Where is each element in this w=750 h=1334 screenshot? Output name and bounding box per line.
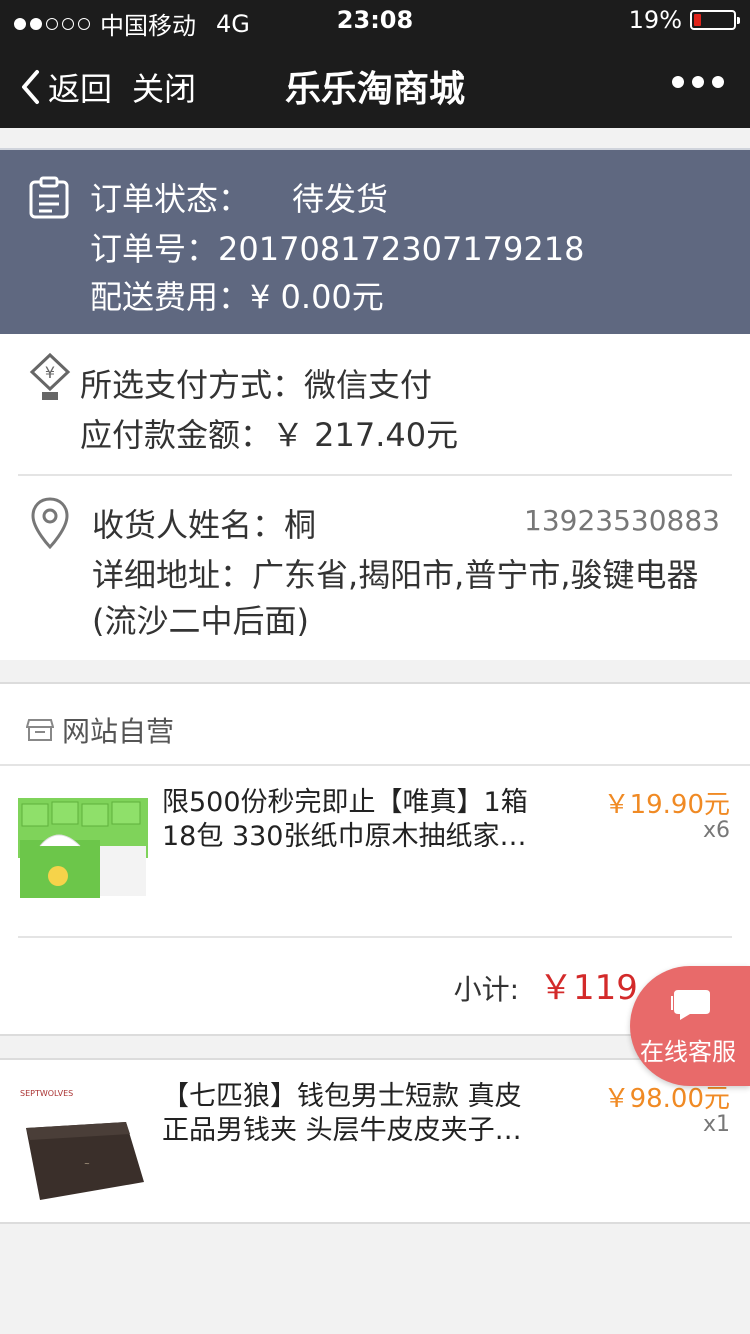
product-name-line: 【七匹狼】钱包男士短款 真皮 [162, 1081, 522, 1112]
product-name-line: 限500份秒完即止【唯真】1箱 [162, 787, 528, 818]
shop-name: 网站自营 [62, 715, 175, 748]
store-icon [26, 719, 54, 741]
battery-percent: 19% [628, 6, 682, 34]
product-item[interactable]: 限500份秒完即止【唯真】1箱 18包 330张纸巾原木抽纸家… ￥19.90元… [0, 766, 750, 936]
payment-amount: 应付款金额：￥ 217.40元 [80, 416, 459, 454]
payment-icon: ¥ [28, 352, 72, 408]
shop-section-2: SEPTWOLVES ~ 【七匹狼】钱包男士短款 真皮 正品男钱夹 头层牛皮皮夹… [0, 1058, 750, 1224]
online-service-button[interactable]: 在线客服 [630, 966, 750, 1086]
order-number: 订单号：201708172307179218 [90, 230, 585, 268]
product-image-wallet[interactable]: SEPTWOLVES ~ [18, 1082, 148, 1202]
clipboard-icon [28, 176, 70, 224]
status-right: 19% [628, 6, 740, 34]
recipient-phone: 13923530883 [524, 504, 720, 537]
svg-text:~: ~ [84, 1160, 90, 1168]
page-title: 乐乐淘商城 [284, 69, 465, 110]
product-price: ￥19.90元 [603, 790, 730, 820]
product-name-line: 18包 330张纸巾原木抽纸家… [162, 821, 527, 852]
status-bar: 中国移动 4G 23:08 19% [0, 0, 750, 40]
address-detail-2: (流沙二中后面) [92, 602, 309, 640]
shipping-fee: 配送费用：¥ 0.00元 [90, 278, 384, 316]
product-name: 限500份秒完即止【唯真】1箱 18包 330张纸巾原木抽纸家… [162, 786, 562, 854]
product-name: 【七匹狼】钱包男士短款 真皮 正品男钱夹 头层牛皮皮夹子… [162, 1080, 562, 1148]
divider [18, 474, 732, 476]
payment-method: 所选支付方式：微信支付 [80, 366, 433, 404]
chat-bubble-icon [671, 990, 710, 1020]
more-dot-icon [712, 76, 724, 88]
shop-header: 网站自营 [26, 710, 174, 750]
more-dot-icon [672, 76, 684, 88]
product-image-tissue[interactable] [18, 788, 148, 908]
product-name-line: 正品男钱夹 头层牛皮皮夹子… [162, 1115, 522, 1146]
shop-section: 网站自营 限500份秒完即止【唯真】1箱 18包 330张纸巾原木抽纸家… ￥1… [0, 682, 750, 1036]
product-quantity: x1 [702, 1112, 730, 1137]
svg-text:SEPTWOLVES: SEPTWOLVES [20, 1089, 73, 1098]
location-pin-icon [30, 496, 70, 554]
online-service-label: 在线客服 [640, 1038, 736, 1066]
product-item[interactable]: SEPTWOLVES ~ 【七匹狼】钱包男士短款 真皮 正品男钱夹 头层牛皮皮夹… [0, 1060, 750, 1230]
payment-address-card: ¥ 所选支付方式：微信支付 应付款金额：￥ 217.40元 收货人姓名：桐 13… [0, 334, 750, 660]
more-button[interactable] [672, 76, 724, 88]
order-status-label: 订单状态： [90, 180, 251, 218]
product-quantity: x6 [702, 818, 730, 843]
subtotal-label: 小计: [453, 973, 520, 1006]
more-dot-icon [692, 76, 704, 88]
address-detail: 详细地址：广东省,揭阳市,普宁市,骏键电器 [92, 556, 699, 594]
order-status-value: 待发货 [292, 180, 389, 218]
battery-icon [690, 10, 740, 30]
recipient-name: 收货人姓名：桐 [92, 506, 317, 544]
svg-text:¥: ¥ [45, 363, 55, 382]
divider [18, 936, 732, 938]
order-status-panel: 订单状态： 待发货 订单号：201708172307179218 配送费用：¥ … [0, 148, 750, 334]
nav-bar: 返回 关闭 乐乐淘商城 [0, 40, 750, 128]
